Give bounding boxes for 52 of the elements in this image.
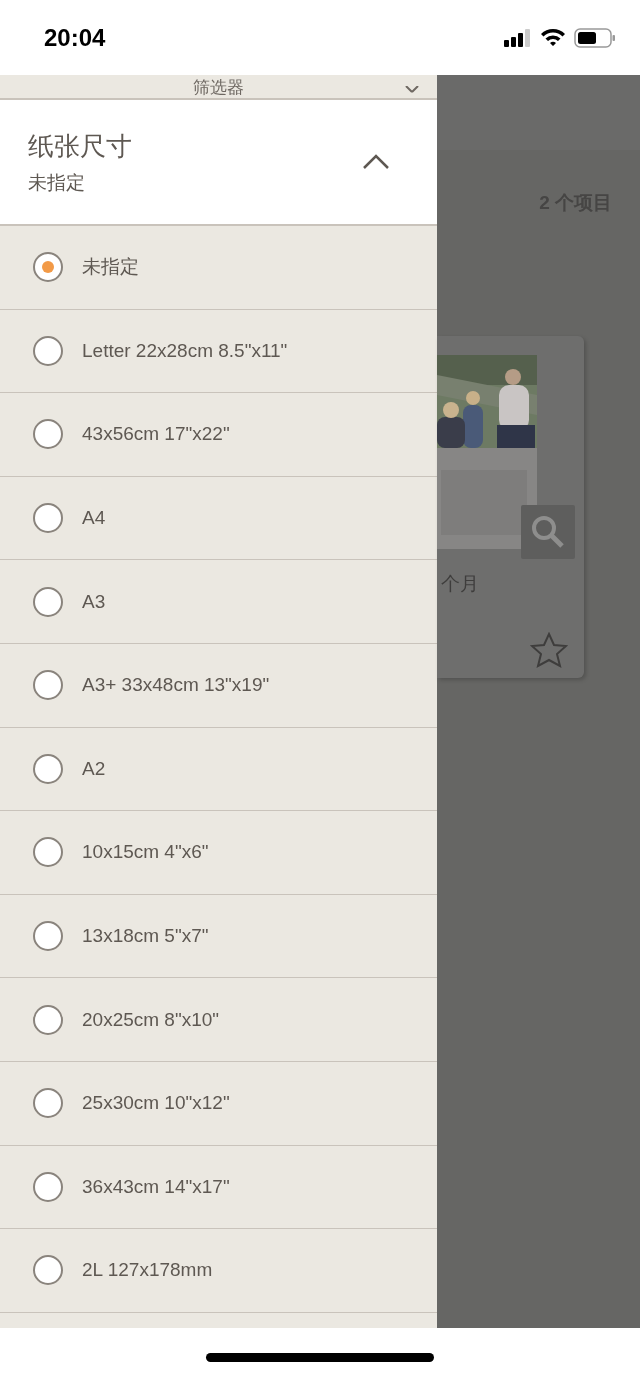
option-label: A2: [82, 757, 106, 780]
radio-button[interactable]: [33, 921, 63, 952]
option-label: 43x56cm 17"x22": [82, 423, 230, 446]
option-label: 2L 127x178mm: [82, 1259, 213, 1282]
section-label: 纸张尺寸: [28, 129, 132, 163]
option-label: A3+ 33x48cm 13"x19": [82, 674, 270, 697]
option-row[interactable]: A2: [0, 727, 437, 812]
option-row[interactable]: 20x25cm 8"x10": [0, 978, 437, 1062]
radio-button[interactable]: [33, 419, 63, 450]
option-row[interactable]: 43x56cm 17"x22": [0, 393, 437, 477]
option-row[interactable]: A3: [0, 560, 437, 644]
radio-button[interactable]: [33, 252, 63, 283]
home-indicator[interactable]: [206, 1352, 434, 1362]
option-row[interactable]: A4: [0, 476, 437, 561]
option-row[interactable]: 未指定: [0, 226, 437, 310]
section-value: 未指定: [28, 170, 86, 195]
radio-button[interactable]: [33, 335, 63, 366]
option-row[interactable]: 13x18cm 5"x7": [0, 894, 437, 979]
option-label: A4: [82, 507, 106, 530]
wifi-icon: [540, 28, 566, 47]
option-label: 13x18cm 5"x7": [82, 925, 209, 948]
radio-button[interactable]: [33, 503, 63, 534]
drawer-title: 筛选器: [193, 78, 244, 98]
option-label: A3: [82, 590, 106, 613]
option-label: 10x15cm 4"x6": [82, 841, 209, 864]
option-row[interactable]: A3+ 33x48cm 13"x19": [0, 643, 437, 728]
option-row[interactable]: Letter 22x28cm 8.5"x11": [0, 309, 437, 394]
option-label: 20x25cm 8"x10": [82, 1008, 220, 1031]
radio-button[interactable]: [33, 753, 63, 784]
search-icon: [531, 515, 565, 549]
signal-icon: [504, 28, 532, 47]
radio-button[interactable]: [33, 1004, 63, 1035]
radio-button[interactable]: [33, 1255, 63, 1286]
option-label: 未指定: [82, 255, 139, 280]
section-header[interactable]: 纸张尺寸 未指定: [0, 100, 437, 226]
option-row[interactable]: 36x43cm 14"x17": [0, 1145, 437, 1230]
option-label: 25x30cm 10"x12": [82, 1092, 230, 1115]
zoom-button[interactable]: [521, 505, 575, 559]
radio-button[interactable]: [33, 1088, 63, 1119]
option-row[interactable]: 2L 127x178mm: [0, 1229, 437, 1313]
radio-button[interactable]: [33, 670, 63, 701]
option-label: 36x43cm 14"x17": [82, 1175, 230, 1198]
option-label: Letter 22x28cm 8.5"x11": [82, 339, 288, 362]
status-time: 20:04: [44, 23, 106, 52]
option-row[interactable]: 25x30cm 10"x12": [0, 1061, 437, 1146]
star-icon[interactable]: [530, 632, 568, 668]
radio-button[interactable]: [33, 586, 63, 617]
option-row[interactable]: 10x15cm 4"x6": [0, 811, 437, 895]
radio-button[interactable]: [33, 837, 63, 868]
battery-icon: [574, 27, 616, 48]
radio-button[interactable]: [33, 1171, 63, 1202]
chevron-up-icon[interactable]: [363, 154, 389, 170]
